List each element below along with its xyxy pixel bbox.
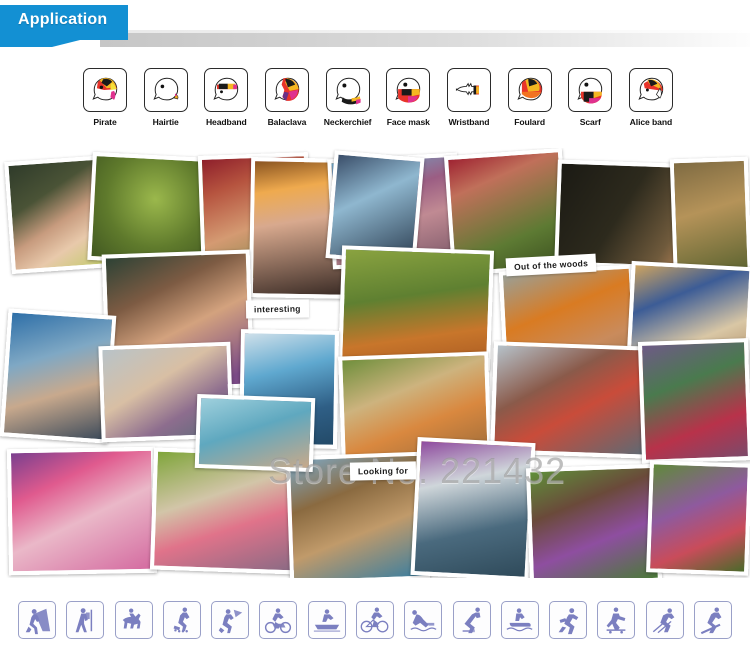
wearing-style-label: Neckerchief	[323, 117, 372, 127]
wearing-style-hairtie[interactable]: Hairtie	[139, 68, 193, 127]
photo-image	[414, 441, 532, 577]
note-interesting: interesting	[245, 299, 309, 319]
header-bar	[100, 33, 750, 47]
photo-teal-shirt[interactable]	[194, 393, 316, 473]
note-looking-for: Looking for	[349, 461, 417, 481]
wearing-style-scarf[interactable]: Scarf	[563, 68, 617, 127]
wearing-style-face-mask[interactable]: Face mask	[381, 68, 435, 127]
head-headband-icon	[204, 68, 249, 112]
wearing-style-neckerchief[interactable]: Neckerchief	[321, 68, 375, 127]
wearing-style-label: Headband	[205, 117, 247, 127]
photo-image	[494, 345, 650, 455]
head-aliceband-icon	[628, 68, 673, 112]
cross-country-ski-icon[interactable]	[645, 601, 684, 639]
wearing-styles-row: Pirate Hairtie Headband Balaclava Necker…	[78, 68, 678, 140]
photo-pink-woman-tying[interactable]	[6, 446, 158, 576]
wearing-style-label: Scarf	[579, 117, 601, 127]
ice-skating-icon[interactable]	[452, 601, 491, 639]
snowboarding-icon[interactable]	[211, 601, 250, 639]
wearing-style-headband[interactable]: Headband	[199, 68, 253, 127]
wearing-style-balaclava[interactable]: Balaclava	[260, 68, 314, 127]
photo-image	[3, 312, 113, 440]
photo-purple-cap-hiker[interactable]	[410, 437, 536, 578]
head-scarf-icon	[568, 68, 613, 112]
climbing-icon[interactable]	[18, 601, 56, 639]
page-title: Application	[18, 11, 108, 28]
wrist-wristband-icon	[446, 68, 491, 112]
head-balaclava-icon	[264, 68, 309, 112]
head-neckerchief-icon	[325, 68, 370, 112]
wearing-style-label: Foulard	[514, 117, 545, 127]
wearing-style-pirate[interactable]: Pirate	[78, 68, 132, 127]
rowing-icon[interactable]	[307, 601, 346, 639]
photo-seniors-neckwarmers[interactable]	[637, 338, 750, 464]
photo-image	[342, 249, 490, 367]
wearing-style-alice-band[interactable]: Alice band	[624, 68, 678, 127]
wearing-style-wristband[interactable]: Wristband	[442, 68, 496, 127]
page-header: Application	[0, 0, 750, 52]
head-pirate-icon	[83, 68, 127, 112]
application-tab-notch	[0, 40, 80, 47]
downhill-ski-icon[interactable]	[693, 601, 732, 639]
wearing-style-label: Alice band	[629, 117, 673, 127]
cycling-icon[interactable]	[355, 601, 394, 639]
photo-collage: Store No. 221432 interesting Out of the …	[0, 148, 750, 578]
wearing-style-label: Wristband	[448, 117, 490, 127]
wearing-style-label: Face mask	[386, 117, 430, 127]
application-page: Application Pirate Hairtie Headband Bala…	[0, 0, 750, 648]
photo-image	[198, 398, 312, 468]
horse-riding-icon[interactable]	[114, 601, 153, 639]
hiking-icon[interactable]	[66, 601, 105, 639]
wearing-style-label: Pirate	[93, 117, 117, 127]
wearing-style-label: Hairtie	[152, 117, 179, 127]
photo-image	[650, 464, 748, 572]
photo-image	[530, 467, 658, 578]
motocross-icon[interactable]	[259, 601, 298, 639]
photo-purple-scarf-woman[interactable]	[525, 463, 663, 578]
head-foulard-icon	[507, 68, 552, 112]
swimming-icon[interactable]	[404, 601, 443, 639]
inline-skating-icon[interactable]	[162, 601, 201, 639]
head-hairtie-icon	[143, 68, 188, 112]
wearing-style-foulard[interactable]: Foulard	[503, 68, 557, 127]
activities-row	[18, 598, 732, 642]
jet-ski-icon[interactable]	[500, 601, 539, 639]
running-icon[interactable]	[549, 601, 588, 639]
photo-group-green-foliage[interactable]	[646, 460, 750, 576]
photo-image	[10, 450, 154, 572]
skateboarding-icon[interactable]	[597, 601, 636, 639]
head-facemask-icon	[386, 68, 431, 112]
photo-image	[642, 342, 748, 460]
wearing-style-label: Balaclava	[267, 117, 307, 127]
